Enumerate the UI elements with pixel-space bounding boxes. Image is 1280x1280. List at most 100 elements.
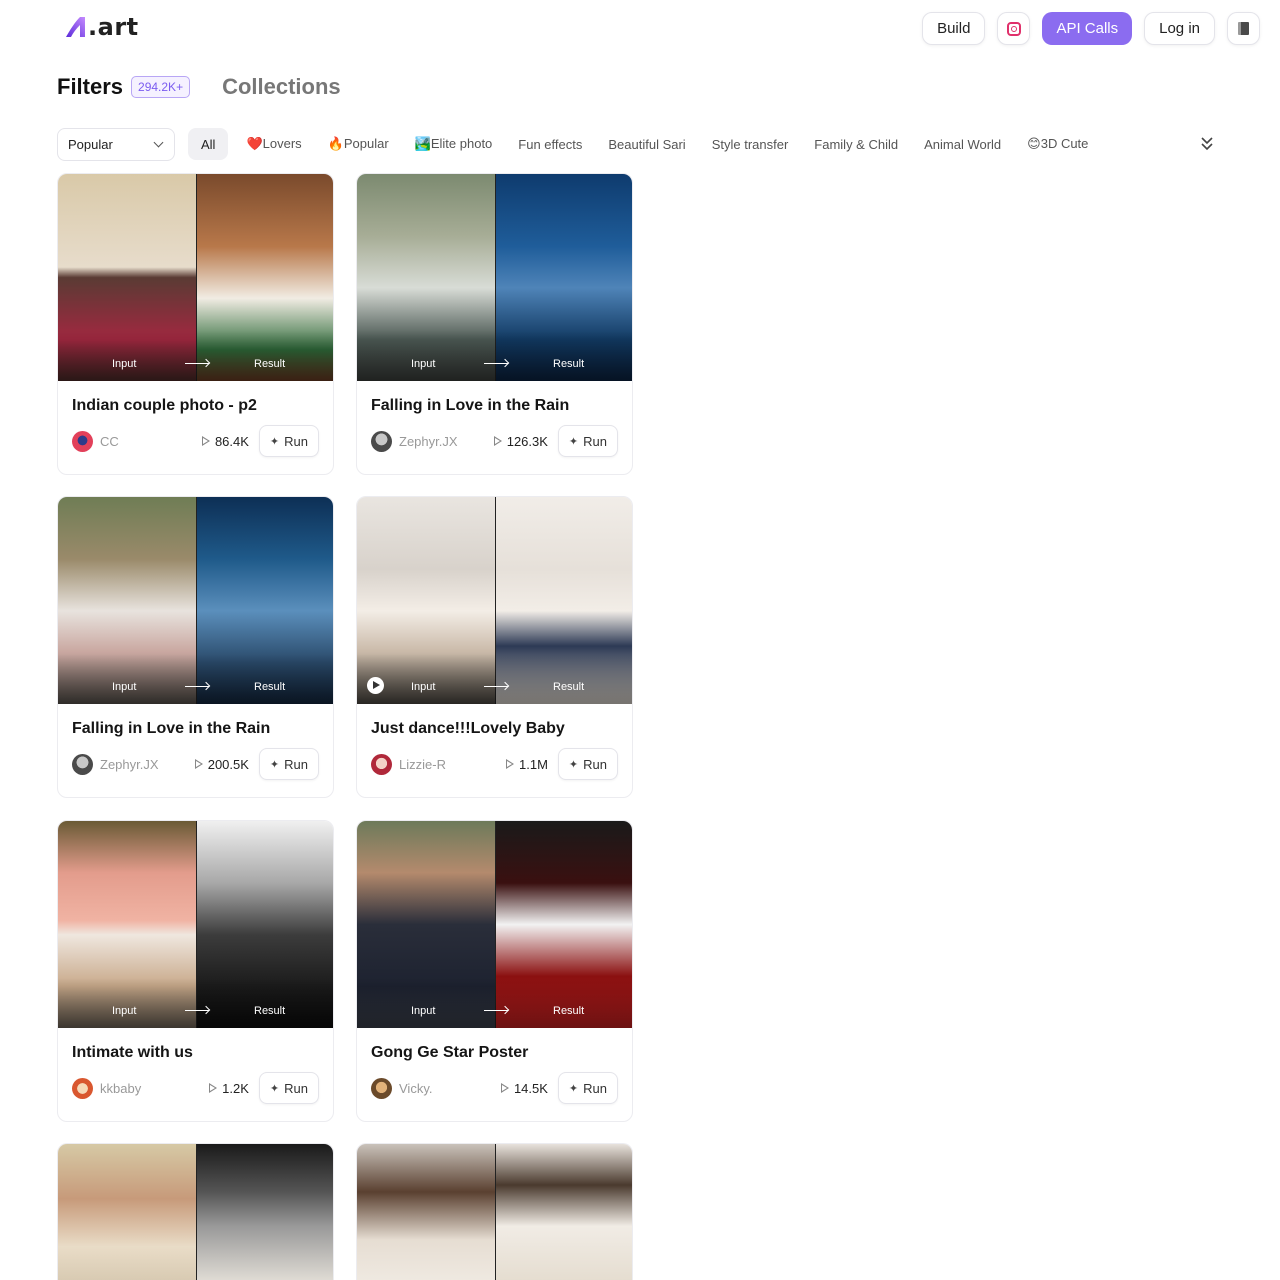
card-meta: CC 86.4K ✦ Run	[72, 425, 319, 457]
filter-card[interactable]: Input Result Intimate with us kkbaby 1.2…	[57, 820, 334, 1122]
arrow-right-icon	[185, 1010, 209, 1011]
filter-card[interactable]: Input Result Just dance!!!Lovely Baby Li…	[356, 496, 633, 798]
filter-card[interactable]: Input Result Indian couple photo - p2 CC…	[57, 173, 334, 475]
section-tabs: Filters 294.2K+ Collections	[57, 74, 341, 100]
page: .art Build API Calls Log in Filters 294.…	[0, 0, 1280, 1280]
play-icon	[201, 436, 210, 446]
run-button[interactable]: ✦ Run	[557, 1072, 618, 1104]
top-actions: Build API Calls Log in	[922, 12, 1260, 45]
play-icon	[209, 1083, 218, 1093]
author-name[interactable]: Vicky.	[399, 1081, 501, 1096]
avatar[interactable]	[371, 430, 392, 452]
run-button[interactable]: ✦ Run	[258, 748, 319, 780]
run-count-value: 126.3K	[506, 433, 548, 449]
run-button-label: Run	[284, 756, 308, 772]
chip-3d-cute[interactable]: 😊3D Cute	[1014, 128, 1101, 160]
card-thumbnail[interactable]: Input Result	[357, 174, 632, 381]
chip-family-child[interactable]: Family & Child	[801, 128, 911, 160]
filter-card[interactable]: Input Result Falling in Love in the Rain…	[57, 496, 334, 798]
author-name[interactable]: Zephyr.JX	[100, 757, 195, 772]
result-label: Result	[553, 358, 585, 370]
chevron-down-icon	[153, 137, 164, 148]
filter-card[interactable]: Input Result Gong Ge Star Poster Vicky. …	[356, 820, 633, 1122]
run-button[interactable]: ✦ Run	[557, 748, 618, 780]
card-meta: kkbaby 1.2K ✦ Run	[72, 1072, 319, 1104]
chip-animal-world[interactable]: Animal World	[911, 128, 1014, 160]
filter-card[interactable]	[57, 1143, 334, 1280]
card-title: Indian couple photo - p2	[72, 397, 257, 414]
avatar[interactable]	[72, 1077, 93, 1099]
arrow-right-icon	[185, 363, 209, 364]
run-count: 200.5K	[194, 757, 249, 772]
magic-wand-icon: ✦	[568, 758, 579, 771]
run-button[interactable]: ✦ Run	[258, 1072, 319, 1104]
result-label: Result	[254, 358, 286, 370]
card-thumbnail[interactable]: Input Result	[58, 497, 333, 704]
avatar[interactable]	[72, 430, 93, 452]
magic-wand-icon: ✦	[269, 435, 280, 448]
magic-wand-icon: ✦	[269, 1082, 280, 1095]
chip-popular[interactable]: 🔥Popular	[315, 128, 402, 160]
play-icon	[500, 1083, 509, 1093]
instagram-icon	[1006, 21, 1021, 36]
card-title: Falling in Love in the Rain	[72, 720, 271, 737]
author-name[interactable]: kkbaby	[100, 1081, 209, 1096]
result-label: Result	[553, 681, 585, 693]
chip-lovers[interactable]: ❤️Lovers	[233, 128, 314, 160]
avatar[interactable]	[371, 1077, 392, 1099]
logo-text: .art	[88, 13, 139, 41]
card-title: Intimate with us	[72, 1044, 193, 1061]
input-label: Input	[112, 681, 137, 693]
login-button[interactable]: Log in	[1144, 12, 1215, 45]
card-thumbnail[interactable]: Input Result	[357, 821, 632, 1028]
filter-card[interactable]: Input Result Falling in Love in the Rain…	[356, 173, 633, 475]
card-thumbnail[interactable]: Input Result	[58, 821, 333, 1028]
tab-filters[interactable]: Filters	[57, 74, 123, 100]
run-button-label: Run	[583, 433, 607, 449]
avatar[interactable]	[72, 753, 93, 775]
card-title: Gong Ge Star Poster	[371, 1044, 529, 1061]
chip-elite-photo[interactable]: 🏞️Elite photo	[402, 128, 506, 160]
card-thumbnail[interactable]: Input Result	[357, 497, 632, 704]
logo[interactable]: .art	[64, 12, 139, 42]
card-meta: Vicky. 14.5K ✦ Run	[371, 1072, 618, 1104]
run-button-label: Run	[284, 433, 308, 449]
docs-button[interactable]	[1227, 12, 1260, 45]
sort-select[interactable]: Popular	[57, 128, 175, 161]
magic-wand-icon: ✦	[568, 435, 579, 448]
run-count-value: 14.5K	[513, 1080, 548, 1096]
author-name[interactable]: Lizzie-R	[399, 757, 506, 772]
author-name[interactable]: CC	[100, 434, 202, 449]
arrow-right-icon	[484, 1010, 508, 1011]
category-chips: All ❤️Lovers 🔥Popular 🏞️Elite photo Fun …	[188, 128, 1101, 160]
video-play-icon[interactable]	[367, 677, 384, 694]
api-calls-button[interactable]: API Calls	[1042, 12, 1133, 45]
tab-collections[interactable]: Collections	[222, 74, 341, 100]
result-label: Result	[254, 681, 286, 693]
card-thumbnail[interactable]	[58, 1144, 333, 1280]
run-count-value: 1.1M	[519, 756, 548, 772]
arrow-right-icon	[185, 686, 209, 687]
run-count: 1.2K	[209, 1081, 249, 1096]
avatar[interactable]	[371, 753, 392, 775]
arrow-right-icon	[484, 686, 508, 687]
run-count: 86.4K	[201, 434, 249, 449]
author-name[interactable]: Zephyr.JX	[399, 434, 494, 449]
filter-card[interactable]	[356, 1143, 633, 1280]
chip-fun-effects[interactable]: Fun effects	[505, 128, 595, 160]
build-button[interactable]: Build	[922, 12, 986, 45]
magic-wand-icon: ✦	[269, 758, 280, 771]
card-thumbnail[interactable]	[357, 1144, 632, 1280]
expand-double-chevron-icon[interactable]	[1198, 135, 1216, 153]
chip-beautiful-sari[interactable]: Beautiful Sari	[595, 128, 698, 160]
run-count: 1.1M	[506, 757, 548, 772]
run-button[interactable]: ✦ Run	[258, 425, 319, 457]
card-title: Just dance!!!Lovely Baby	[371, 720, 565, 737]
instagram-button[interactable]	[997, 12, 1031, 45]
card-thumbnail[interactable]: Input Result	[58, 174, 333, 381]
run-button[interactable]: ✦ Run	[557, 425, 618, 457]
run-count: 14.5K	[500, 1080, 548, 1096]
chip-all[interactable]: All	[188, 128, 229, 160]
play-icon	[506, 759, 515, 769]
chip-style-transfer[interactable]: Style transfer	[699, 128, 802, 160]
